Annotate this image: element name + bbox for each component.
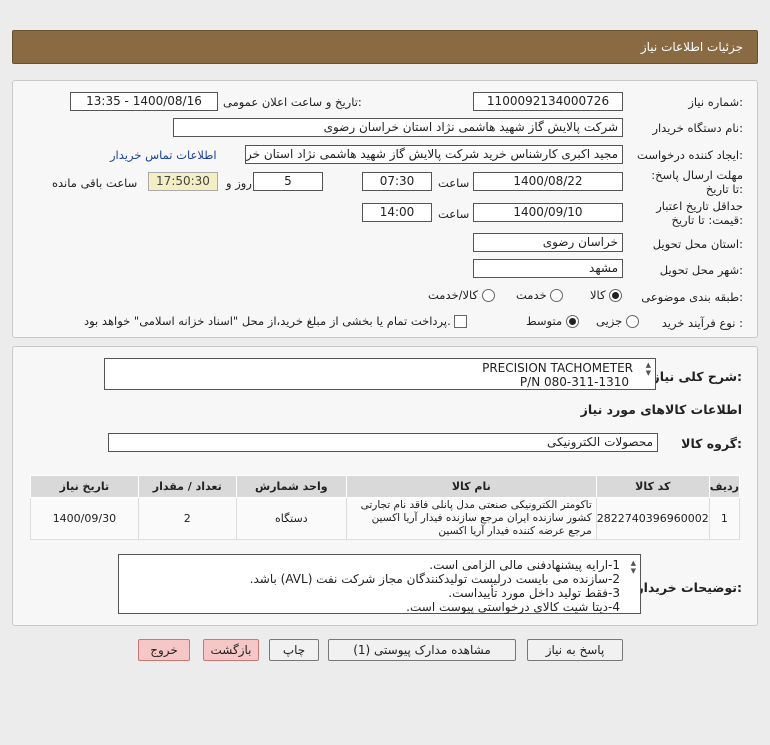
goods-group-field[interactable]: محصولات الکترونیکی: [108, 433, 658, 452]
note-line-3: 3-فقط تولید داخل مورد تأییداست.: [448, 586, 620, 600]
table-row: 1 2822740396960002 تاکومتر الکترونیکی صن…: [30, 497, 741, 540]
validity-time-field[interactable]: 14:00: [362, 203, 432, 222]
col-date: تاریخ نیاز: [30, 475, 139, 498]
summary-label: شرح کلی نیاز:: [652, 369, 743, 384]
cell-name: تاکومتر الکترونیکی صنعتی مدل پانلی فاقد …: [345, 497, 597, 540]
cell-code: 2822740396960002: [595, 497, 710, 540]
summary-line-2: P/N 080-311-1310: [519, 375, 629, 389]
cell-row: 1: [708, 497, 741, 540]
announce-field[interactable]: 1400/08/16 - 13:35: [70, 92, 218, 111]
buyer-org-label: نام دستگاه خریدار:: [652, 121, 743, 135]
remaining-time-field: 17:50:30: [148, 172, 218, 191]
page-header: جزئیات اطلاعات نیاز: [12, 30, 758, 64]
note-line-2: 2-سازنده می بایست درلیست تولیدکنندگان مج…: [249, 572, 620, 586]
goods-group-label: گروه کالا:: [681, 436, 742, 451]
deadline-time-field[interactable]: 07:30: [362, 172, 432, 191]
category-goods-radio[interactable]: [609, 289, 623, 302]
cell-date: 1400/09/30: [30, 497, 139, 540]
deadline-date-field[interactable]: 1400/08/22: [473, 172, 623, 191]
attachments-button[interactable]: مشاهده مدارک پیوستی (1): [328, 639, 516, 661]
cell-qty: 2: [137, 497, 237, 540]
col-unit: واحد شمارش: [235, 475, 347, 498]
contact-buyer-link[interactable]: اطلاعات تماس خریدار: [110, 148, 217, 162]
category-option-goods[interactable]: کالا: [590, 288, 623, 302]
category-option-both[interactable]: کالا/خدمت: [428, 288, 495, 302]
notes-box[interactable]: 1-ارایه پیشنهادفنی مالی الزامی است. 2-سا…: [118, 554, 641, 614]
process-minor-radio[interactable]: [625, 315, 639, 328]
notes-label: توضیحات خریدار:: [636, 580, 742, 595]
city-label: شهر محل تحویل:: [659, 263, 743, 277]
goods-section-title: اطلاعات کالاهای مورد نیاز: [580, 402, 742, 417]
process-option-medium[interactable]: متوسط: [526, 314, 579, 328]
page-title: جزئیات اطلاعات نیاز: [640, 40, 743, 54]
days-label: روز و: [226, 176, 252, 190]
creator-field[interactable]: مجید اکبری کارشناس خرید شرکت پالایش گاز …: [245, 145, 623, 164]
province-field[interactable]: خراسان رضوی: [473, 233, 623, 252]
exit-button[interactable]: خروج: [138, 639, 190, 661]
col-name: نام کالا: [345, 475, 597, 498]
need-number-field[interactable]: 1100092134000726: [473, 92, 623, 111]
note-line-4: 4-دیتا شیت کالای درخواستی پیوست است.: [406, 600, 620, 614]
buyer-org-field[interactable]: شرکت پالایش گاز شهید هاشمی نژاد استان خر…: [173, 118, 623, 137]
validity-time-label: ساعت: [438, 207, 470, 221]
category-option-service[interactable]: خدمت: [516, 288, 564, 302]
category-both-radio[interactable]: [481, 289, 495, 302]
validity-label: حداقل تاریخ اعتبار قیمت: تا تاریخ:: [656, 199, 743, 227]
category-service-radio[interactable]: [550, 289, 564, 302]
summary-box[interactable]: PRECISION TACHOMETER P/N 080-311-1310 ▲ ▼: [104, 358, 656, 390]
goods-table: ردیف کد کالا نام کالا واحد شمارش تعداد /…: [30, 475, 741, 540]
treasury-checkbox[interactable]: [454, 315, 468, 328]
summary-line-1: PRECISION TACHOMETER: [482, 361, 633, 375]
validity-date-field[interactable]: 1400/09/10: [473, 203, 623, 222]
need-number-label: شماره نیاز:: [688, 95, 743, 109]
col-qty: تعداد / مقدار: [137, 475, 237, 498]
creator-label: ایجاد کننده درخواست:: [637, 148, 743, 162]
deadline-label: مهلت ارسال پاسخ: تا تاریخ:: [651, 168, 743, 196]
col-code: کد کالا: [595, 475, 710, 498]
payment-note: پرداخت تمام یا بخشی از مبلغ خرید،از محل …: [84, 314, 468, 328]
scroll-arrows-icon[interactable]: ▲ ▼: [631, 559, 636, 575]
announce-label: تاریخ و ساعت اعلان عمومی:: [223, 95, 362, 109]
remaining-label: ساعت باقی مانده: [52, 176, 138, 190]
deadline-time-label: ساعت: [438, 176, 470, 190]
print-button[interactable]: چاپ: [269, 639, 319, 661]
process-label: نوع فرآیند خرید :: [661, 316, 743, 330]
province-label: استان محل تحویل:: [652, 237, 743, 251]
process-medium-radio[interactable]: [565, 315, 579, 328]
col-row: ردیف: [708, 475, 741, 498]
note-line-1: 1-ارایه پیشنهادفنی مالی الزامی است.: [429, 558, 620, 572]
days-field[interactable]: 5: [253, 172, 323, 191]
cell-unit: دستگاه: [235, 497, 347, 540]
category-label: طبقه بندی موضوعی:: [641, 290, 743, 304]
process-option-minor[interactable]: جزیی: [596, 314, 639, 328]
city-field[interactable]: مشهد: [473, 259, 623, 278]
back-button[interactable]: بازگشت: [203, 639, 259, 661]
reply-button[interactable]: پاسخ به نیاز: [527, 639, 623, 661]
scroll-arrows-icon[interactable]: ▲ ▼: [646, 361, 651, 377]
